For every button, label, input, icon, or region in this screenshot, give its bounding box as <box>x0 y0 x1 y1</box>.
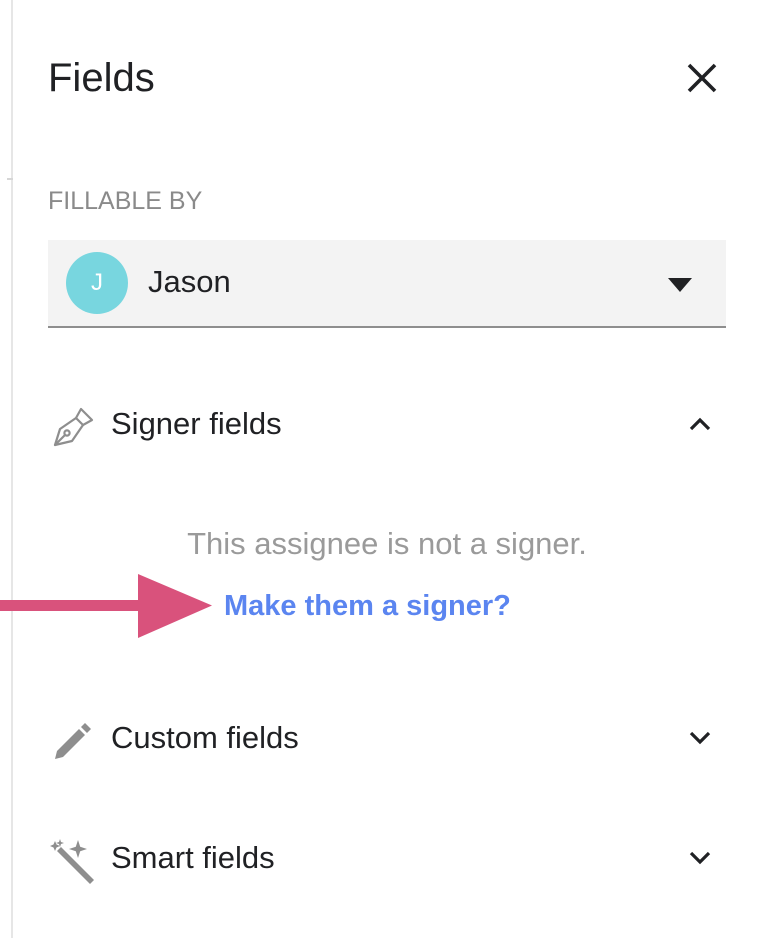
signer-fields-accordion[interactable]: Signer fields <box>48 392 726 456</box>
panel-title: Fields <box>48 56 155 100</box>
chevron-down-icon[interactable] <box>688 850 712 866</box>
pencil-icon <box>55 723 91 759</box>
signer-fields-label: Signer fields <box>111 406 282 441</box>
avatar: J <box>66 252 128 314</box>
arrow-right-icon <box>0 574 212 638</box>
assignee-select[interactable]: J Jason <box>48 240 726 328</box>
assignee-name: Jason <box>148 264 231 299</box>
not-signer-message: This assignee is not a signer. <box>187 526 587 561</box>
make-signer-link[interactable]: Make them a signer? <box>224 586 511 626</box>
smart-fields-accordion[interactable]: Smart fields <box>48 826 726 890</box>
fields-panel: Fields FILLABLE BY J Jason Signer fields <box>48 0 726 938</box>
panel-border-tick <box>7 178 13 180</box>
custom-fields-label: Custom fields <box>111 720 299 755</box>
magic-wand-icon <box>50 839 94 884</box>
panel-header: Fields <box>48 50 726 106</box>
avatar-initial: J <box>91 269 103 296</box>
smart-fields-label: Smart fields <box>111 840 275 875</box>
caret-down-icon[interactable] <box>668 278 692 292</box>
fillable-by-label: FILLABLE BY <box>48 187 203 215</box>
chevron-down-icon[interactable] <box>688 730 712 746</box>
panel-left-border <box>11 0 13 938</box>
custom-fields-accordion[interactable]: Custom fields <box>48 706 726 770</box>
close-icon[interactable] <box>678 54 726 102</box>
pen-nib-icon <box>53 407 94 447</box>
close-button[interactable] <box>678 54 726 102</box>
chevron-up-icon[interactable] <box>688 416 712 432</box>
